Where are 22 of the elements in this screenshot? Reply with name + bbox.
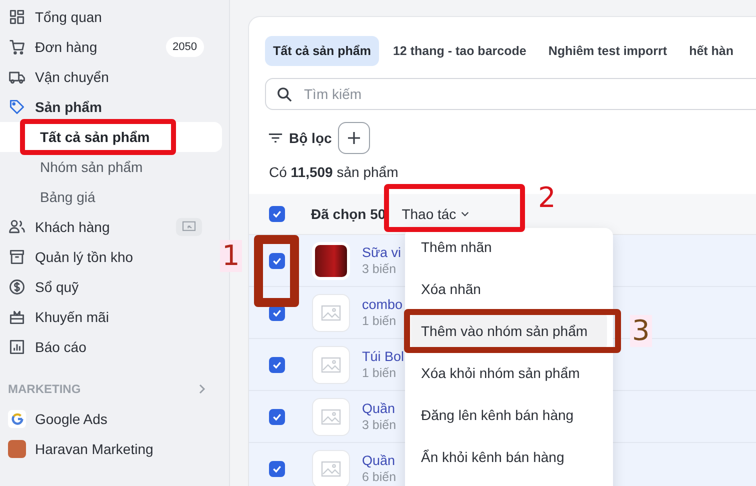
nav-label: Khách hàng [35, 219, 111, 235]
nav-label: Sổ quỹ [35, 279, 80, 295]
count-badge: 2050 [166, 37, 204, 57]
nav-label: Tổng quan [35, 9, 103, 25]
nav-label: Báo cáo [35, 339, 88, 355]
variant-count: 3 biến [362, 418, 396, 432]
nav-label: Quản lý tồn kho [35, 249, 134, 265]
step-number: 1 [220, 240, 242, 272]
nav-label: Vận chuyển [35, 69, 110, 85]
product-count: Có 11,509 sản phẩm [269, 163, 400, 182]
variant-count: 6 biến [362, 470, 396, 484]
step-number: 3 [630, 315, 652, 347]
nav-label: Khuyến mãi [35, 309, 110, 325]
variant-count: 3 biến [362, 262, 398, 276]
step-number: 2 [538, 182, 556, 214]
variant-count: 1 biến [362, 366, 398, 380]
variant-count: 1 biến [362, 314, 398, 328]
nav-label: Haravan Marketing [35, 441, 154, 457]
nav-label: Sản phẩm [35, 99, 103, 115]
section-title: MARKETING [8, 382, 81, 396]
nav-label: Đơn hàng [35, 39, 98, 55]
nav-label: Google Ads [35, 411, 108, 427]
